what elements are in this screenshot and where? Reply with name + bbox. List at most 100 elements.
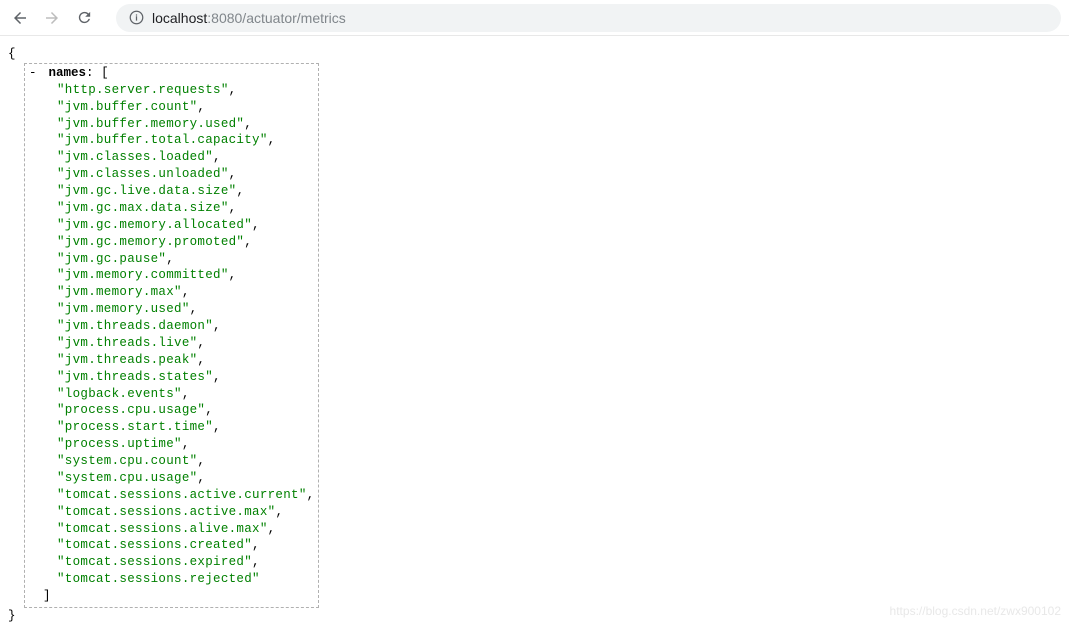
- json-string-value: "jvm.buffer.count",: [57, 99, 314, 116]
- browser-toolbar: localhost:8080/actuator/metrics: [0, 0, 1069, 36]
- comma: ,: [213, 370, 221, 384]
- string-literal: "logback.events": [57, 387, 182, 401]
- url-path: :8080/actuator/metrics: [207, 10, 346, 26]
- json-string-value: "jvm.classes.loaded",: [57, 149, 314, 166]
- string-literal: "jvm.memory.max": [57, 285, 182, 299]
- info-icon[interactable]: [128, 10, 144, 26]
- arrow-right-icon: [43, 9, 61, 27]
- comma: ,: [229, 83, 237, 97]
- string-literal: "process.start.time": [57, 420, 213, 434]
- comma: ,: [252, 555, 260, 569]
- watermark: https://blog.csdn.net/zwx900102: [890, 604, 1061, 618]
- close-bracket: ]: [29, 588, 314, 605]
- json-string-value: "jvm.memory.used",: [57, 301, 314, 318]
- string-literal: "jvm.buffer.total.capacity": [57, 133, 268, 147]
- json-string-value: "jvm.threads.states",: [57, 369, 314, 386]
- json-viewer: { - names: [ "http.server.requests","jvm…: [0, 36, 1069, 635]
- json-string-value: "process.cpu.usage",: [57, 402, 314, 419]
- arrow-left-icon: [11, 9, 29, 27]
- string-literal: "tomcat.sessions.created": [57, 538, 252, 552]
- string-literal: "jvm.classes.unloaded": [57, 167, 229, 181]
- string-literal: "tomcat.sessions.alive.max": [57, 522, 268, 536]
- json-string-value: "jvm.gc.memory.promoted",: [57, 234, 314, 251]
- comma: ,: [275, 505, 283, 519]
- comma: ,: [197, 100, 205, 114]
- string-literal: "jvm.threads.peak": [57, 353, 197, 367]
- string-literal: "tomcat.sessions.active.max": [57, 505, 275, 519]
- json-string-value: "jvm.gc.pause",: [57, 251, 314, 268]
- json-string-value: "jvm.threads.daemon",: [57, 318, 314, 335]
- json-string-value: "jvm.gc.live.data.size",: [57, 183, 314, 200]
- forward-button[interactable]: [40, 6, 64, 30]
- comma: ,: [229, 268, 237, 282]
- json-string-value: "tomcat.sessions.active.max",: [57, 504, 314, 521]
- url-host: localhost: [152, 10, 207, 26]
- string-literal: "process.uptime": [57, 437, 182, 451]
- json-string-value: "jvm.buffer.memory.used",: [57, 116, 314, 133]
- string-literal: "tomcat.sessions.expired": [57, 555, 252, 569]
- colon: :: [86, 66, 94, 80]
- json-string-value: "tomcat.sessions.rejected": [57, 571, 314, 588]
- string-literal: "jvm.buffer.count": [57, 100, 197, 114]
- url-text: localhost:8080/actuator/metrics: [152, 10, 346, 26]
- comma: ,: [182, 437, 190, 451]
- values-block: "http.server.requests","jvm.buffer.count…: [29, 82, 314, 588]
- site-info-icon: [129, 10, 144, 25]
- comma: ,: [244, 117, 252, 131]
- json-string-value: "jvm.threads.peak",: [57, 352, 314, 369]
- json-key: names: [49, 66, 87, 80]
- comma: ,: [236, 184, 244, 198]
- comma: ,: [197, 454, 205, 468]
- string-literal: "system.cpu.count": [57, 454, 197, 468]
- reload-button[interactable]: [72, 6, 96, 30]
- comma: ,: [166, 252, 174, 266]
- string-literal: "system.cpu.usage": [57, 471, 197, 485]
- json-string-value: "jvm.memory.committed",: [57, 267, 314, 284]
- open-bracket: [: [101, 66, 109, 80]
- json-string-value: "jvm.gc.memory.allocated",: [57, 217, 314, 234]
- string-literal: "jvm.threads.live": [57, 336, 197, 350]
- collapse-toggle[interactable]: -: [29, 65, 41, 82]
- json-string-value: "logback.events",: [57, 386, 314, 403]
- json-string-value: "tomcat.sessions.active.current",: [57, 487, 314, 504]
- json-string-value: "system.cpu.count",: [57, 453, 314, 470]
- comma: ,: [197, 353, 205, 367]
- json-string-value: "jvm.classes.unloaded",: [57, 166, 314, 183]
- comma: ,: [268, 133, 276, 147]
- string-literal: "jvm.gc.memory.allocated": [57, 218, 252, 232]
- string-literal: "http.server.requests": [57, 83, 229, 97]
- address-bar[interactable]: localhost:8080/actuator/metrics: [116, 4, 1061, 32]
- comma: ,: [213, 150, 221, 164]
- string-literal: "jvm.buffer.memory.used": [57, 117, 244, 131]
- json-string-value: "process.uptime",: [57, 436, 314, 453]
- json-string-value: "tomcat.sessions.alive.max",: [57, 521, 314, 538]
- json-string-value: "process.start.time",: [57, 419, 314, 436]
- comma: ,: [205, 403, 213, 417]
- json-string-value: "jvm.gc.max.data.size",: [57, 200, 314, 217]
- string-literal: "jvm.threads.daemon": [57, 319, 213, 333]
- json-string-value: "jvm.buffer.total.capacity",: [57, 132, 314, 149]
- comma: ,: [307, 488, 315, 502]
- string-literal: "jvm.gc.memory.promoted": [57, 235, 244, 249]
- json-string-value: "tomcat.sessions.expired",: [57, 554, 314, 571]
- json-string-value: "http.server.requests",: [57, 82, 314, 99]
- back-button[interactable]: [8, 6, 32, 30]
- string-literal: "jvm.classes.loaded": [57, 150, 213, 164]
- json-string-value: "system.cpu.usage",: [57, 470, 314, 487]
- comma: ,: [268, 522, 276, 536]
- comma: ,: [213, 319, 221, 333]
- json-string-value: "jvm.memory.max",: [57, 284, 314, 301]
- string-literal: "tomcat.sessions.active.current": [57, 488, 307, 502]
- comma: ,: [244, 235, 252, 249]
- string-literal: "jvm.gc.pause": [57, 252, 166, 266]
- json-string-value: "jvm.threads.live",: [57, 335, 314, 352]
- comma: ,: [229, 201, 237, 215]
- json-array-box: - names: [ "http.server.requests","jvm.b…: [24, 63, 319, 608]
- string-literal: "jvm.memory.used": [57, 302, 190, 316]
- comma: ,: [213, 420, 221, 434]
- comma: ,: [182, 387, 190, 401]
- string-literal: "jvm.gc.live.data.size": [57, 184, 236, 198]
- string-literal: "jvm.gc.max.data.size": [57, 201, 229, 215]
- string-literal: "process.cpu.usage": [57, 403, 205, 417]
- comma: ,: [197, 336, 205, 350]
